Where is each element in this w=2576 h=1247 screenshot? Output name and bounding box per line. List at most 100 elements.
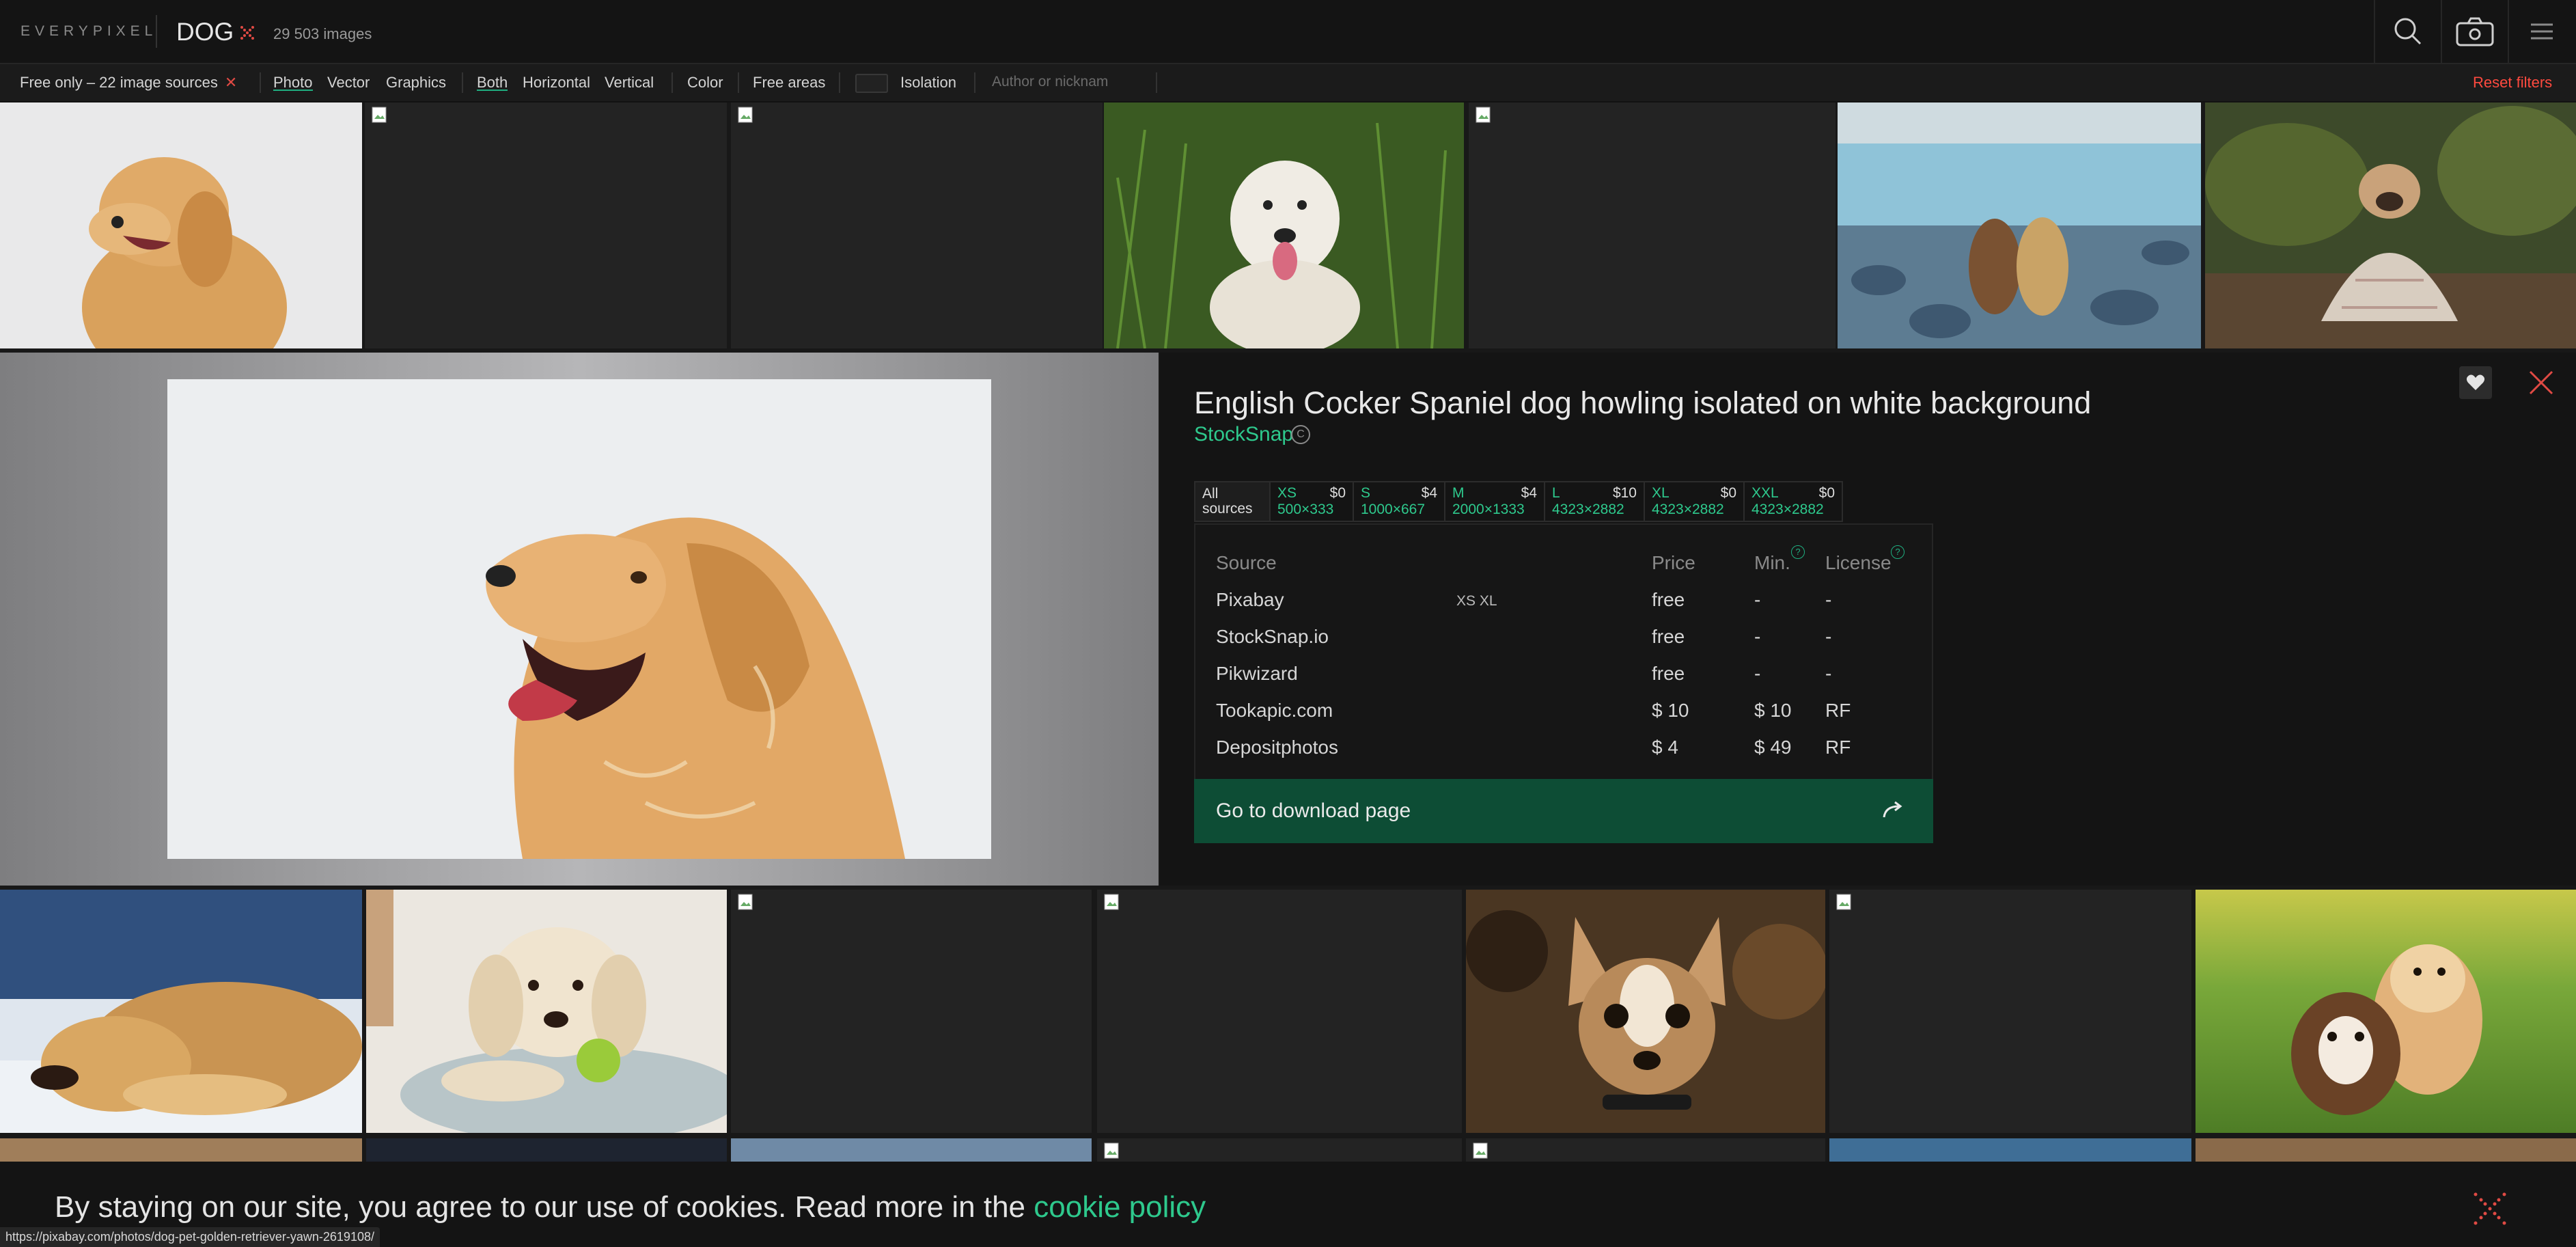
image-thumbnail[interactable]: [366, 1138, 727, 1163]
image-thumbnail-placeholder[interactable]: [1829, 890, 2191, 1133]
filter-divider: [671, 72, 673, 93]
size-price: $4: [1421, 485, 1437, 501]
source-row[interactable]: Pixabay XS XL free - -: [1195, 582, 1933, 619]
search-icon: [2394, 18, 2422, 45]
image-thumbnail-placeholder[interactable]: [1097, 890, 1462, 1133]
image-thumbnail[interactable]: [1466, 890, 1825, 1133]
author-search-input[interactable]: Author or nicknam: [992, 74, 1150, 90]
source-price: free: [1652, 626, 1685, 647]
image-thumbnail[interactable]: [1104, 102, 1464, 348]
image-thumbnail[interactable]: [731, 1138, 1092, 1163]
image-thumbnail[interactable]: [2205, 102, 2576, 348]
camera-search-button[interactable]: [2441, 0, 2508, 63]
source-row[interactable]: StockSnap.io free - -: [1195, 619, 1933, 656]
image-thumbnail[interactable]: [1838, 102, 2201, 348]
image-thumbnail-placeholder[interactable]: [365, 102, 727, 348]
broken-image-icon: [1476, 107, 1491, 123]
header-divider: [156, 15, 157, 48]
favorite-button[interactable]: [2459, 366, 2492, 399]
external-link-icon: [1883, 801, 1902, 818]
reset-filters-link[interactable]: Reset filters: [2473, 64, 2552, 101]
source-price: $ 10: [1652, 700, 1689, 721]
broken-image-icon: [1104, 894, 1119, 910]
source-license: -: [1825, 663, 1832, 684]
image-thumbnail-placeholder[interactable]: [731, 890, 1092, 1133]
size-option-s[interactable]: S $4 1000×667: [1353, 481, 1444, 522]
author-link[interactable]: StockSnap: [1194, 423, 1293, 446]
copyright-icon: C: [1291, 425, 1310, 444]
image-thumbnail-placeholder[interactable]: [731, 102, 1103, 348]
filter-bar: Free only – 22 image sources ✕ Photo Vect…: [0, 64, 2576, 102]
filter-color[interactable]: Color: [687, 64, 723, 101]
broken-image-icon: [1104, 1142, 1119, 1159]
status-bar-url: https://pixabay.com/photos/dog-pet-golde…: [0, 1227, 380, 1247]
menu-button[interactable]: [2508, 0, 2575, 63]
source-license: RF: [1825, 700, 1851, 721]
filter-free-areas[interactable]: Free areas: [753, 64, 825, 101]
hamburger-menu-icon: [2531, 23, 2553, 40]
download-page-button[interactable]: Go to download page: [1194, 779, 1933, 843]
remove-filter-icon[interactable]: ✕: [225, 74, 237, 91]
size-dims: 4323×2882: [1751, 502, 1824, 517]
filter-free-areas-label: Free areas: [753, 74, 826, 91]
filter-graphics-label: Graphics: [386, 74, 447, 91]
size-dims: 4323×2882: [1552, 502, 1624, 517]
filter-vertical[interactable]: Vertical: [605, 64, 654, 101]
source-name: Pixabay: [1216, 589, 1284, 610]
image-thumbnail[interactable]: [0, 1138, 362, 1163]
filter-horizontal-label: Horizontal: [523, 74, 591, 91]
search-query[interactable]: DOG: [176, 18, 234, 46]
size-option-xs[interactable]: XS $0 500×333: [1269, 481, 1353, 522]
cookie-policy-link[interactable]: cookie policy: [1034, 1190, 1206, 1224]
image-thumbnail[interactable]: [0, 102, 362, 348]
size-option-l[interactable]: L $10 4323×2882: [1544, 481, 1644, 522]
source-row[interactable]: Tookapic.com $ 10 $ 10 RF: [1195, 693, 1933, 730]
broken-image-icon: [372, 107, 387, 123]
size-dims: 2000×1333: [1452, 502, 1525, 517]
size-all-label: All: [1202, 486, 1219, 502]
size-price: $0: [1720, 485, 1736, 501]
image-thumbnail-placeholder[interactable]: [1469, 102, 1836, 348]
image-thumbnail[interactable]: [366, 890, 727, 1133]
image-thumbnail[interactable]: [1829, 1138, 2191, 1163]
source-row[interactable]: Depositphotos $ 4 $ 49 RF: [1195, 730, 1933, 767]
size-dims: 500×333: [1277, 502, 1334, 517]
filter-isolation-label: Isolation: [900, 74, 956, 91]
filter-photo[interactable]: Photo: [273, 64, 313, 101]
image-thumbnail-placeholder[interactable]: [1466, 1138, 1825, 1163]
size-all-sources[interactable]: All sources: [1194, 481, 1269, 522]
search-button[interactable]: [2374, 0, 2441, 63]
clear-search-icon[interactable]: [238, 23, 257, 42]
close-icon[interactable]: [2471, 1190, 2508, 1227]
help-icon[interactable]: ?: [1791, 545, 1805, 559]
free-only-filter[interactable]: Free only – 22 image sources ✕: [20, 64, 237, 101]
image-thumbnail-placeholder[interactable]: [1097, 1138, 1462, 1163]
filter-vertical-label: Vertical: [605, 74, 654, 91]
size-option-xl[interactable]: XL $0 4323×2882: [1644, 481, 1743, 522]
filter-divider: [1156, 72, 1157, 93]
image-thumbnail[interactable]: [0, 890, 362, 1133]
image-thumbnail[interactable]: [2196, 890, 2576, 1133]
filter-vector[interactable]: Vector: [327, 64, 370, 101]
free-only-label: Free only – 22 image sources: [20, 74, 218, 91]
filter-divider: [738, 72, 739, 93]
filter-graphics[interactable]: Graphics: [386, 64, 446, 101]
howling-dog-photo: [167, 379, 991, 859]
isolation-toggle[interactable]: [855, 74, 888, 93]
source-min-price: -: [1754, 663, 1761, 684]
source-min-price: $ 49: [1754, 737, 1792, 758]
filter-divider: [462, 72, 463, 93]
size-option-m[interactable]: M $4 2000×1333: [1444, 481, 1544, 522]
image-thumbnail[interactable]: [2196, 1138, 2576, 1163]
filter-isolation[interactable]: Isolation: [900, 64, 956, 101]
size-option-xxl[interactable]: XXL $0 4323×2882: [1743, 481, 1843, 522]
filter-horizontal[interactable]: Horizontal: [523, 64, 590, 101]
source-row[interactable]: Pikwizard free - -: [1195, 656, 1933, 693]
logo[interactable]: EVERYPIXEL: [20, 23, 157, 40]
close-button[interactable]: [2525, 366, 2558, 399]
filter-both[interactable]: Both: [477, 64, 508, 101]
help-icon[interactable]: ?: [1891, 545, 1905, 559]
source-license: -: [1825, 626, 1832, 647]
preview-image[interactable]: [167, 379, 991, 859]
source-price: free: [1652, 589, 1685, 610]
